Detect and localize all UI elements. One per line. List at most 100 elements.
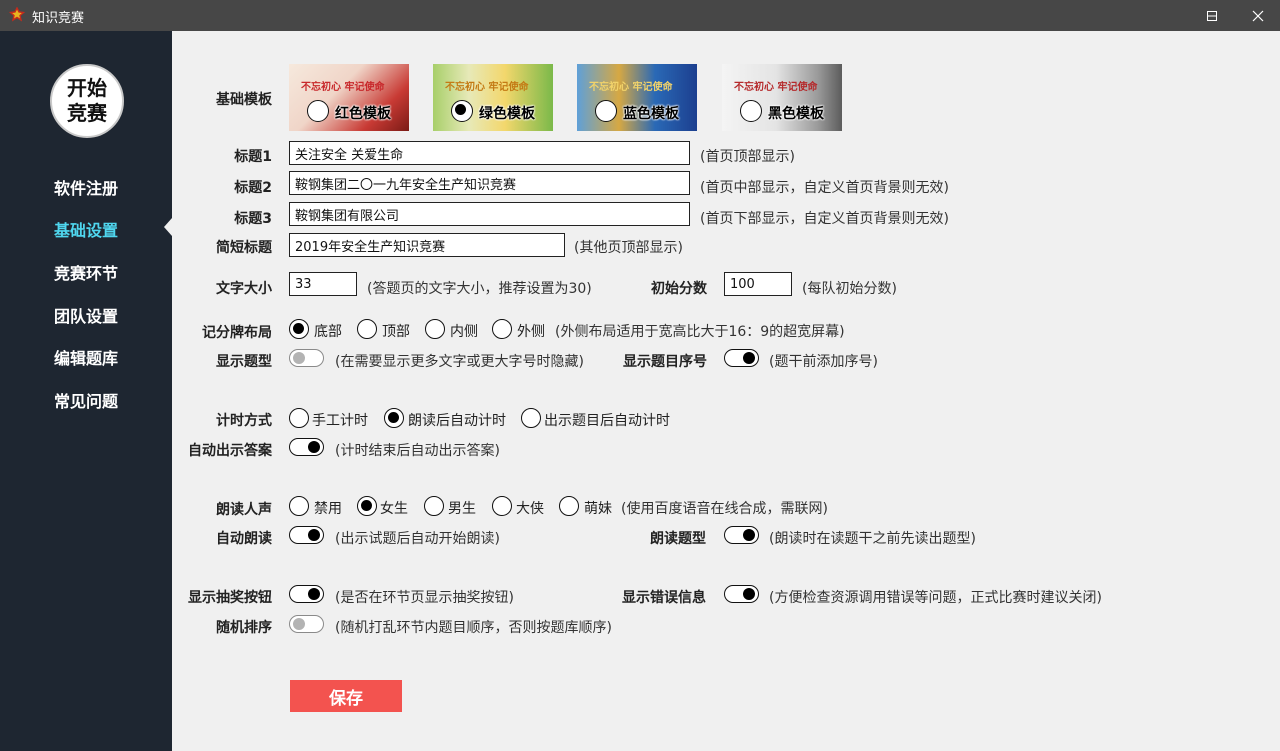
voice-hero-radio[interactable] (492, 496, 512, 516)
show-lottery-button-label: 显示抽奖按钮 (188, 590, 272, 606)
show-question-number-toggle[interactable] (724, 349, 759, 367)
save-button[interactable]: 保存 (290, 680, 402, 712)
initial-score-hint: (每队初始分数) (802, 281, 897, 297)
title1-input[interactable] (289, 141, 690, 165)
sidebar-item-competition-rounds[interactable]: 竞赛环节 (54, 260, 118, 284)
template-green-option[interactable]: 不忘初心 牢记使命 绿色模板 (433, 64, 553, 131)
title3-input[interactable] (289, 202, 690, 226)
voice-disabled-label: 禁用 (314, 501, 342, 517)
short-title-label: 简短标题 (216, 240, 272, 256)
scoreboard-inside-radio[interactable] (425, 319, 445, 339)
random-order-toggle[interactable] (289, 615, 324, 633)
template-red-banner: 不忘初心 牢记使命 (301, 82, 385, 93)
toggle-knob (308, 588, 320, 600)
timing-after-reading-radio[interactable] (384, 408, 404, 428)
sidebar-item-team-settings[interactable]: 团队设置 (54, 303, 118, 327)
font-size-hint: (答题页的文字大小，推荐设置为30) (367, 281, 592, 297)
maximize-icon (1207, 10, 1217, 21)
template-red-radio[interactable] (307, 100, 329, 122)
toggle-knob (308, 441, 320, 453)
show-question-type-toggle[interactable] (289, 349, 324, 367)
title-bar: 知识竞赛 (0, 0, 1280, 31)
scoreboard-outside-label: 外侧 (517, 324, 545, 340)
toggle-knob (743, 529, 755, 541)
show-lottery-button-toggle[interactable] (289, 585, 324, 603)
toggle-knob (743, 352, 755, 364)
scoreboard-layout-hint: (外侧布局适用于宽高比大于16：9的超宽屏幕) (555, 324, 845, 340)
template-blue-label: 蓝色模板 (623, 106, 679, 122)
timing-manual-radio[interactable] (289, 408, 309, 428)
template-black-radio[interactable] (740, 100, 762, 122)
title3-hint: (首页下部显示，自定义首页背景则无效) (700, 211, 949, 227)
timing-manual-label: 手工计时 (312, 413, 368, 429)
title2-input[interactable] (289, 171, 690, 195)
show-error-info-label: 显示错误信息 (622, 590, 706, 606)
initial-score-label: 初始分数 (651, 281, 707, 297)
toggle-knob (743, 588, 755, 600)
voice-female-label: 女生 (380, 501, 408, 517)
timing-after-display-radio[interactable] (521, 408, 541, 428)
voice-male-label: 男生 (448, 501, 476, 517)
close-button[interactable] (1235, 0, 1280, 31)
template-green-radio[interactable] (451, 100, 473, 122)
voice-male-radio[interactable] (424, 496, 444, 516)
show-question-number-hint: (题干前添加序号) (769, 354, 878, 370)
template-blue-option[interactable]: 不忘初心 牢记使命 蓝色模板 (577, 64, 697, 131)
title3-label: 标题3 (234, 211, 272, 227)
font-size-label: 文字大小 (216, 281, 272, 297)
initial-score-input[interactable] (724, 272, 792, 296)
toggle-knob (293, 618, 305, 630)
template-black-option[interactable]: 不忘初心 牢记使命 黑色模板 (722, 64, 842, 131)
scoreboard-outside-radio[interactable] (492, 319, 512, 339)
title1-label: 标题1 (234, 149, 272, 165)
short-title-input[interactable] (289, 233, 565, 257)
basic-settings-panel: 基础模板 不忘初心 牢记使命 红色模板 不忘初心 牢记使命 绿色模板 不忘初心 … (172, 31, 1280, 751)
scoreboard-top-label: 顶部 (382, 324, 410, 340)
template-red-option[interactable]: 不忘初心 牢记使命 红色模板 (289, 64, 409, 131)
maximize-button[interactable] (1189, 0, 1235, 31)
voice-label: 朗读人声 (216, 502, 272, 518)
font-size-input[interactable] (289, 272, 357, 296)
sidebar-item-faq[interactable]: 常见问题 (54, 388, 118, 412)
toggle-knob (308, 529, 320, 541)
toggle-knob (293, 352, 305, 364)
read-question-type-toggle[interactable] (724, 526, 759, 544)
logo-text-line1: 开始 (67, 76, 107, 100)
scoreboard-bottom-radio[interactable] (289, 319, 309, 339)
start-competition-logo-button[interactable]: 开始 竞赛 (50, 64, 124, 138)
auto-read-label: 自动朗读 (216, 531, 272, 547)
show-error-info-toggle[interactable] (724, 585, 759, 603)
template-green-label: 绿色模板 (479, 106, 535, 122)
short-title-hint: (其他页顶部显示) (574, 240, 683, 256)
scoreboard-top-radio[interactable] (357, 319, 377, 339)
app-logo-icon (9, 7, 25, 22)
template-black-banner: 不忘初心 牢记使命 (734, 82, 818, 93)
show-lottery-button-hint: (是否在环节页显示抽奖按钮) (335, 590, 514, 606)
title1-hint: (首页顶部显示) (700, 149, 795, 165)
template-blue-radio[interactable] (595, 100, 617, 122)
window-title: 知识竞赛 (32, 11, 85, 26)
sidebar-item-basic-settings[interactable]: 基础设置 (54, 217, 118, 241)
scoreboard-inside-label: 内侧 (450, 324, 478, 340)
voice-disabled-radio[interactable] (289, 496, 309, 516)
show-question-number-label: 显示题目序号 (623, 354, 707, 370)
logo-text-line2: 竞赛 (67, 101, 107, 125)
auto-read-hint: (出示试题后自动开始朗读) (335, 531, 500, 547)
voice-cute-girl-radio[interactable] (559, 496, 579, 516)
voice-hero-label: 大侠 (516, 501, 544, 517)
random-order-label: 随机排序 (216, 620, 272, 636)
auto-read-toggle[interactable] (289, 526, 324, 544)
random-order-hint: (随机打乱环节内题目顺序，否则按题库顺序) (335, 620, 612, 636)
title2-label: 标题2 (234, 180, 272, 196)
auto-show-answer-toggle[interactable] (289, 438, 324, 456)
voice-hint: (使用百度语音在线合成，需联网) (621, 501, 828, 517)
template-green-banner: 不忘初心 牢记使命 (445, 82, 529, 93)
voice-female-radio[interactable] (357, 496, 377, 516)
show-error-info-hint: (方便检查资源调用错误等问题，正式比赛时建议关闭) (769, 590, 1102, 606)
voice-cute-girl-label: 萌妹 (584, 501, 612, 517)
sidebar: 开始 竞赛 软件注册 基础设置 竞赛环节 团队设置 编辑题库 常见问题 (0, 31, 172, 751)
sidebar-item-software-registration[interactable]: 软件注册 (54, 175, 118, 199)
timing-mode-label: 计时方式 (216, 413, 272, 429)
close-icon (1252, 10, 1264, 21)
sidebar-item-edit-question-bank[interactable]: 编辑题库 (54, 345, 118, 369)
